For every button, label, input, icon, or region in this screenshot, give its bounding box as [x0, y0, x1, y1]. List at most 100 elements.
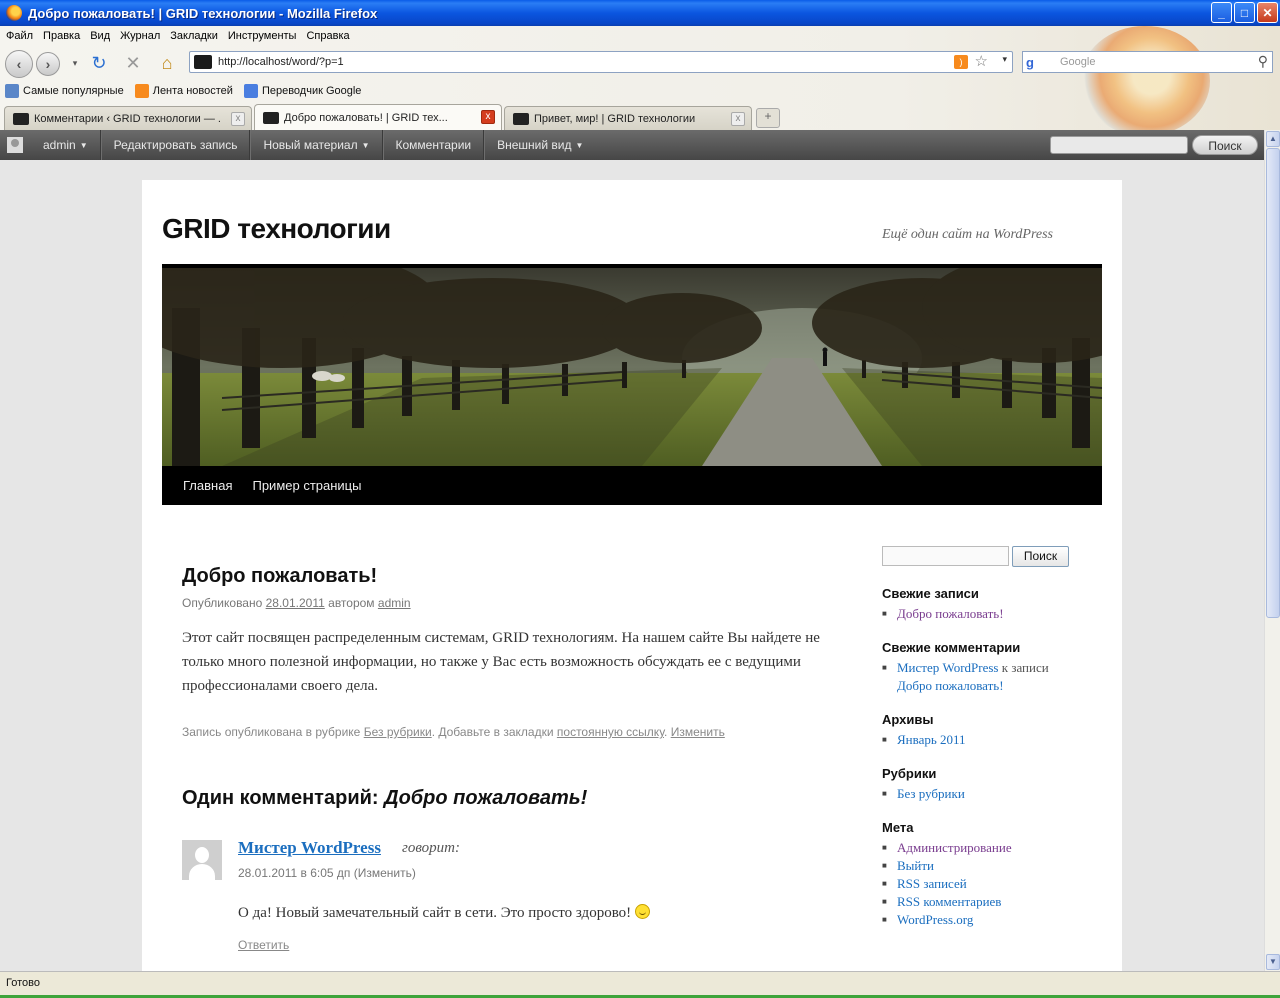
- list-item: Выйти: [882, 857, 1012, 875]
- back-icon[interactable]: ‹: [5, 50, 33, 78]
- categories-title: Рубрики: [882, 766, 937, 781]
- site-title[interactable]: GRID технологии: [162, 213, 391, 245]
- address-input[interactable]: http://localhost/word/?p=1: [218, 56, 344, 68]
- appearance-menu[interactable]: Внешний вид ▼: [484, 130, 595, 160]
- archive-link[interactable]: Январь 2011: [897, 732, 966, 747]
- nav-home[interactable]: Главная: [183, 478, 232, 493]
- tab-label: Добро пожаловать! | GRID тех...: [284, 111, 448, 124]
- search-input[interactable]: Google: [1060, 56, 1095, 68]
- permalink-link[interactable]: постоянную ссылку: [557, 725, 664, 739]
- post-footer: Запись опубликована в рубрике Без рубрик…: [182, 725, 725, 739]
- recent-comments-list: Мистер WordPress к записи Добро пожаловат…: [882, 659, 1049, 695]
- bookmark-label: Лента новостей: [152, 85, 233, 97]
- meta-logout-link[interactable]: Выйти: [897, 858, 934, 873]
- new-tab-button[interactable]: +: [756, 108, 780, 128]
- rss-icon[interactable]: ): [954, 55, 968, 69]
- close-tab-icon[interactable]: x: [231, 112, 245, 126]
- status-bar: Готово: [0, 971, 1280, 998]
- meta-rss-comments-link[interactable]: RSS комментариев: [897, 894, 1001, 909]
- search-icon[interactable]: ⚲: [1258, 53, 1268, 70]
- tab-hello-world[interactable]: Привет, мир! | GRID технологии x: [504, 106, 752, 130]
- window-titlebar: Добро пожаловать! | GRID технологии - Mo…: [0, 0, 1280, 26]
- header-image[interactable]: [162, 264, 1102, 466]
- bookmark-label: Самые популярные: [23, 85, 124, 97]
- post-date-link[interactable]: 28.01.2011: [266, 596, 325, 610]
- stop-icon[interactable]: ✕: [122, 52, 144, 74]
- close-tab-icon[interactable]: x: [731, 112, 745, 126]
- scrollbar-thumb[interactable]: [1266, 148, 1280, 618]
- scroll-up-icon[interactable]: ▲: [1266, 131, 1280, 147]
- recent-comment-post-link[interactable]: Добро пожаловать!: [897, 678, 1004, 693]
- tab-label: Комментарии ‹ GRID технологии — ...: [34, 112, 220, 125]
- reload-icon[interactable]: ↻: [88, 52, 110, 74]
- bookmark-google-translate[interactable]: Переводчик Google: [243, 84, 362, 98]
- bookmark-most-visited[interactable]: Самые популярные: [5, 84, 124, 98]
- category-link[interactable]: Без рубрики: [364, 725, 432, 739]
- recent-post-link[interactable]: Добро пожаловать!: [897, 606, 1004, 621]
- sidebar-search-input[interactable]: [882, 546, 1009, 566]
- list-item: RSS комментариев: [882, 893, 1012, 911]
- post-meta: Опубликовано 28.01.2011 автором admin: [182, 596, 411, 610]
- tab-favicon-icon: [513, 112, 529, 125]
- meta-rss-posts-link[interactable]: RSS записей: [897, 876, 967, 891]
- edit-post-link[interactable]: Редактировать запись: [100, 130, 251, 160]
- meta-list: Администрирование Выйти RSS записей RSS …: [882, 839, 1012, 929]
- maximize-button[interactable]: □: [1234, 2, 1255, 23]
- list-item: Без рубрики: [882, 785, 965, 803]
- tab-comments[interactable]: Комментарии ‹ GRID технологии — ... x: [4, 106, 252, 130]
- window-title: Добро пожаловать! | GRID технологии - Mo…: [28, 5, 378, 21]
- google-engine-icon[interactable]: g: [1026, 55, 1044, 70]
- post-title[interactable]: Добро пожаловать!: [182, 565, 377, 588]
- categories-list: Без рубрики: [882, 785, 965, 803]
- meta-admin-link[interactable]: Администрирование: [897, 840, 1012, 855]
- list-item: Администрирование: [882, 839, 1012, 857]
- minimize-button[interactable]: _: [1211, 2, 1232, 23]
- caret-down-icon: ▼: [361, 140, 370, 150]
- edit-post-link[interactable]: Изменить: [671, 725, 725, 739]
- avatar[interactable]: [7, 137, 23, 153]
- post-footer-mid: . Добавьте в закладки: [431, 725, 554, 739]
- history-dropdown-icon[interactable]: ▾: [64, 52, 86, 74]
- bookmark-label: Переводчик Google: [261, 85, 362, 97]
- nav-sample-page[interactable]: Пример страницы: [252, 478, 361, 493]
- comment-author-link[interactable]: Мистер WordPress: [238, 838, 381, 858]
- menu-bookmarks[interactable]: Закладки: [170, 30, 218, 42]
- menu-edit[interactable]: Правка: [43, 30, 80, 42]
- home-icon[interactable]: ⌂: [156, 52, 178, 74]
- menu-help[interactable]: Справка: [306, 30, 349, 42]
- post-author-link[interactable]: admin: [378, 596, 411, 610]
- tab-welcome[interactable]: Добро пожаловать! | GRID тех... x: [254, 104, 502, 130]
- admin-search-input[interactable]: [1050, 136, 1188, 154]
- comments-title: Один комментарий: Добро пожаловать!: [182, 787, 587, 810]
- menu-file[interactable]: Файл: [6, 30, 33, 42]
- reply-link[interactable]: Ответить: [238, 938, 289, 952]
- address-bar[interactable]: http://localhost/word/?p=1 ) ☆ ▾: [189, 51, 1013, 73]
- forward-icon[interactable]: ›: [36, 52, 60, 76]
- bookmark-news-feed[interactable]: Лента новостей: [134, 84, 233, 98]
- close-tab-icon[interactable]: x: [481, 110, 495, 124]
- menu-tools[interactable]: Инструменты: [228, 30, 297, 42]
- recent-comment-author-link[interactable]: Мистер WordPress: [897, 660, 999, 675]
- status-text: Готово: [6, 977, 40, 989]
- search-box[interactable]: g Google ⚲: [1022, 51, 1273, 73]
- scroll-down-icon[interactable]: ▼: [1266, 954, 1280, 970]
- sidebar-search-button[interactable]: Поиск: [1012, 546, 1069, 567]
- admin-search-button[interactable]: Поиск: [1192, 135, 1258, 155]
- category-link[interactable]: Без рубрики: [897, 786, 965, 801]
- recent-posts-list: Добро пожаловать!: [882, 605, 1004, 623]
- vertical-scrollbar[interactable]: ▲ ▼: [1264, 130, 1280, 971]
- menu-history[interactable]: Журнал: [120, 30, 160, 42]
- menu-view[interactable]: Вид: [90, 30, 110, 42]
- comment-says: говорит:: [402, 840, 460, 856]
- archives-list: Январь 2011: [882, 731, 966, 749]
- comment-meta[interactable]: 28.01.2011 в 6:05 дп (Изменить): [238, 866, 416, 880]
- comments-link[interactable]: Комментарии: [382, 130, 485, 160]
- star-icon[interactable]: ☆: [975, 52, 988, 70]
- comment-text: О да! Новый замечательный сайт в сети. Э…: [238, 904, 650, 922]
- list-item: Добро пожаловать!: [882, 605, 1004, 623]
- meta-wordpress-link[interactable]: WordPress.org: [897, 912, 973, 927]
- new-content-menu[interactable]: Новый материал ▼: [250, 130, 383, 160]
- url-dropdown-icon[interactable]: ▾: [1002, 54, 1007, 65]
- admin-menu[interactable]: admin ▼: [31, 130, 101, 160]
- close-window-button[interactable]: ✕: [1257, 2, 1278, 23]
